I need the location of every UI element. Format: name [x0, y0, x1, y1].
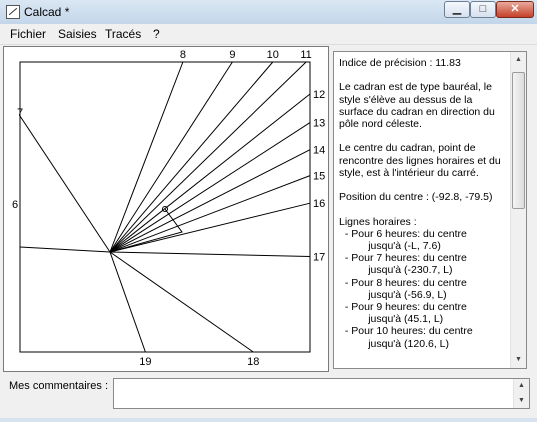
scroll-up-icon[interactable]: ▲: [511, 53, 526, 67]
hour-label-18: 18: [247, 356, 259, 368]
info-line: pôle nord céleste.: [339, 118, 422, 131]
hour-line-17: [109, 251, 311, 257]
info-line: style s'élève au dessus de la: [339, 93, 473, 106]
menu-fichier[interactable]: Fichier: [10, 27, 46, 41]
comments-scroll-up-icon[interactable]: ▲: [514, 379, 529, 393]
hour-label-14: 14: [313, 145, 325, 157]
maximize-icon: □: [479, 3, 487, 15]
hour-line-14: [109, 149, 311, 253]
info-panel[interactable]: Indice de précision : 11.83 Le cadran es…: [333, 51, 527, 369]
hour-line-11: [109, 61, 307, 253]
info-line: jusqu'à (45.1, L): [339, 313, 444, 326]
comments-field[interactable]: ▲ ▼: [113, 378, 530, 409]
hour-line-6: [19, 246, 111, 253]
info-line: rencontre des lignes horaires et du: [339, 154, 501, 167]
hour-label-7: 7: [17, 107, 23, 119]
hour-label-9: 9: [229, 49, 235, 61]
hour-label-17: 17: [313, 252, 325, 264]
info-line: jusqu'à (-56.9, L): [339, 288, 447, 301]
menu-help[interactable]: ?: [153, 27, 160, 41]
info-line: [339, 130, 511, 142]
comments-label: Mes commentaires :: [9, 380, 109, 392]
menu-saisies[interactable]: Saisies: [58, 27, 97, 41]
info-line: Le cadran est de type bauréal, le: [339, 81, 492, 94]
window-title: Calcad *: [24, 5, 70, 19]
hour-label-12: 12: [313, 89, 325, 101]
hour-line-19: [109, 251, 146, 353]
hour-line-18: [109, 251, 254, 353]
comments-scrollbar[interactable]: ▲ ▼: [513, 379, 529, 408]
scroll-thumb[interactable]: [512, 72, 525, 209]
comments-scroll-down-icon[interactable]: ▼: [514, 394, 529, 408]
menu-traces[interactable]: Tracés: [105, 27, 141, 41]
info-scrollbar[interactable]: ▲ ▼: [510, 52, 526, 368]
info-line: - Pour 8 heures: du centre: [339, 276, 467, 289]
info-line: Lignes horaires :: [339, 215, 417, 228]
hour-label-6: 6: [12, 199, 18, 211]
info-line: [339, 69, 511, 81]
title-bar: Calcad * ▁ □ ✕: [0, 0, 537, 25]
info-line: jusqu'à (-230.7, L): [339, 264, 453, 277]
hour-label-11: 11: [300, 49, 311, 61]
hour-label-13: 13: [313, 118, 325, 130]
hour-label-16: 16: [313, 198, 325, 210]
info-line: style, est à l'intérieur du carré.: [339, 166, 479, 179]
sundial-canvas: 7 8 9 10 11 12 13 14 15 16 17 18 19 6: [3, 46, 329, 372]
hour-line-7: [19, 115, 111, 253]
info-line: [339, 179, 511, 191]
info-line: Position du centre : (-92.8, -79.5): [339, 191, 493, 204]
menu-bar: Fichier Saisies Tracés ?: [0, 24, 537, 45]
app-icon: [6, 5, 20, 19]
hour-line-9: [109, 61, 233, 253]
info-line: surface du cadran en direction du: [339, 105, 495, 118]
window-border: [0, 418, 537, 422]
maximize-button[interactable]: □: [470, 1, 496, 18]
info-text: Indice de précision : 11.83 Le cadran es…: [339, 57, 511, 350]
hour-line-10: [109, 61, 274, 253]
sundial-drawing: 7 8 9 10 11 12 13 14 15 16 17 18 19 6: [12, 49, 325, 368]
hour-label-19: 19: [139, 356, 151, 368]
info-line: - Pour 6 heures: du centre: [339, 227, 467, 240]
scroll-down-icon[interactable]: ▼: [511, 353, 526, 367]
info-line: - Pour 10 heures: du centre: [339, 325, 473, 338]
hour-label-15: 15: [313, 171, 325, 183]
info-line: Le centre du cadran, point de: [339, 142, 476, 155]
info-line: - Pour 7 heures: du centre: [339, 252, 467, 265]
info-line: [339, 203, 511, 215]
info-line: Indice de précision : 11.83: [339, 57, 461, 69]
hour-label-10: 10: [267, 49, 279, 61]
minimize-button[interactable]: ▁: [444, 1, 470, 18]
close-button[interactable]: ✕: [496, 1, 534, 18]
info-line: jusqu'à (-L, 7.6): [339, 240, 441, 253]
hour-line-16: [109, 202, 311, 253]
close-icon: ✕: [510, 3, 520, 15]
info-line: jusqu'à (120.6, L): [339, 337, 449, 350]
minimize-icon: ▁: [452, 3, 462, 15]
hour-label-8: 8: [180, 49, 186, 61]
info-line: - Pour 9 heures: du centre: [339, 301, 467, 314]
hour-labels: 7 8 9 10 11 12 13 14 15 16 17 18 19: [17, 49, 325, 368]
